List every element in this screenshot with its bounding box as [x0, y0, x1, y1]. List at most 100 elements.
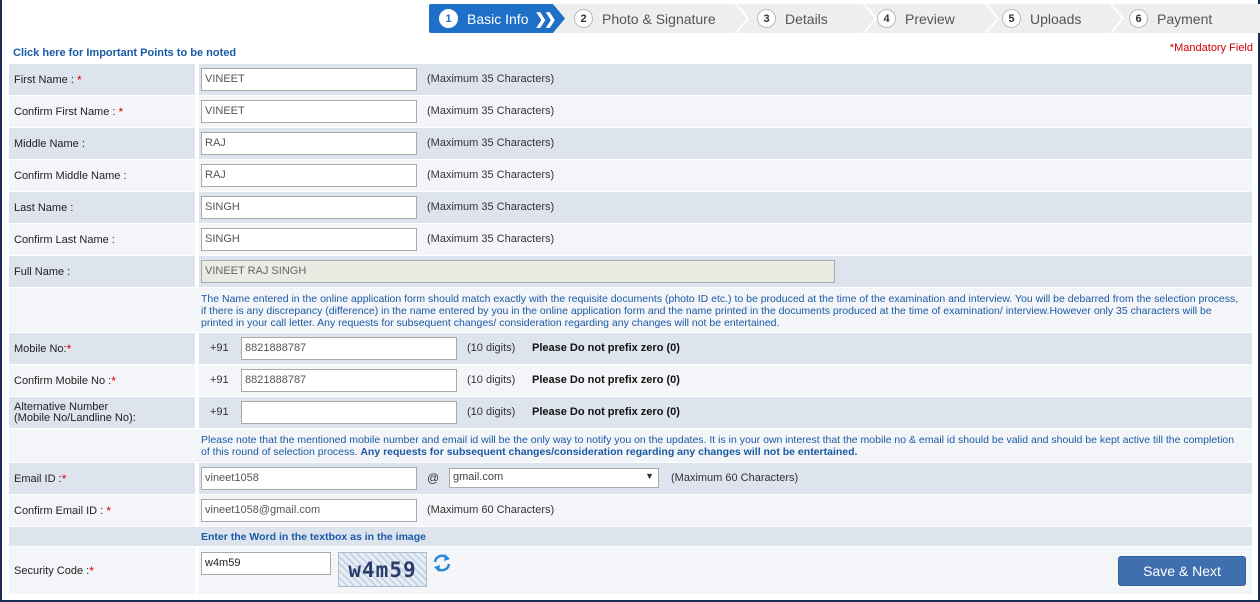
field-label: Last Name :	[14, 201, 74, 214]
captcha-instruction: Enter the Word in the textbox as in the …	[201, 531, 427, 543]
step-basic-info[interactable]: 1 Basic Info ❯❯	[429, 4, 565, 33]
confirm-first-name-input[interactable]: VINEET	[201, 100, 417, 123]
field-label: Full Name :	[14, 265, 71, 278]
email-input[interactable]: vineet1058	[201, 467, 417, 490]
required-marker: *	[76, 72, 82, 87]
captcha-image: w4m59	[338, 552, 427, 587]
field-label: Confirm Email ID : *	[14, 503, 111, 518]
row-alternative-number: Alternative Number (Mobile No/Landline N…	[9, 397, 1252, 428]
field-value-cell: +91 8821888787 (10 digits) Please Do not…	[195, 365, 1252, 396]
field-hint: (Maximum 35 Characters)	[427, 137, 555, 149]
step-separator-icon	[985, 4, 999, 33]
required-marker: *	[118, 104, 124, 119]
security-code-input[interactable]: w4m59	[201, 552, 331, 575]
field-label: Confirm Last Name :	[14, 233, 115, 246]
row-email: Email ID : * vineet1058 @ gmail.com ▼ (Ma…	[9, 463, 1252, 494]
required-marker: *	[66, 341, 72, 356]
row-last-name: Last Name : SINGH (Maximum 35 Characters…	[9, 192, 1252, 223]
field-label: First Name : *	[14, 72, 82, 87]
field-label: Confirm Middle Name :	[14, 169, 127, 182]
field-hint: (Maximum 60 Characters)	[427, 504, 555, 516]
zero-prefix-warning: Please Do not prefix zero (0)	[532, 406, 680, 418]
field-value-cell: RAJ (Maximum 35 Characters)	[195, 128, 1252, 159]
mobile-input[interactable]: 8821888787	[241, 337, 457, 360]
refresh-icon[interactable]	[432, 553, 452, 573]
confirm-last-name-input[interactable]: SINGH	[201, 228, 417, 251]
step-separator-icon	[735, 4, 749, 33]
field-label: Confirm Mobile No : *	[14, 373, 116, 388]
required-marker: *	[106, 503, 111, 518]
step-payment[interactable]: 6 Payment	[1129, 4, 1212, 33]
row-confirm-first-name: Confirm First Name : * VINEET (Maximum 3…	[9, 96, 1252, 127]
required-marker: *	[89, 563, 94, 578]
field-value-cell: VINEET (Maximum 35 Characters)	[195, 64, 1252, 95]
row-confirm-mobile: Confirm Mobile No : * +91 8821888787 (10 …	[9, 365, 1252, 396]
step-label: Uploads	[1030, 10, 1082, 27]
field-label: Email ID : *	[14, 471, 67, 486]
row-confirm-last-name: Confirm Last Name : SINGH (Maximum 35 Ch…	[9, 224, 1252, 255]
step-photo-signature[interactable]: 2 Photo & Signature	[574, 4, 716, 33]
field-value-cell: +91 8821888787 (10 digits) Please Do not…	[195, 333, 1252, 364]
field-hint: (Maximum 35 Characters)	[427, 169, 555, 181]
contact-note: Please note that the mentioned mobile nu…	[201, 434, 1235, 458]
country-code: +91	[210, 342, 229, 354]
confirm-mobile-input[interactable]: 8821888787	[241, 369, 457, 392]
last-name-input[interactable]: SINGH	[201, 196, 417, 219]
country-code: +91	[210, 406, 229, 418]
confirm-middle-name-input[interactable]: RAJ	[201, 164, 417, 187]
full-name-field: VINEET RAJ SINGH	[201, 260, 835, 283]
row-confirm-email: Confirm Email ID : * vineet1058@gmail.co…	[9, 495, 1252, 526]
row-full-name: Full Name : VINEET RAJ SINGH	[9, 256, 1252, 287]
required-marker: *	[61, 471, 67, 486]
field-value-cell: vineet1058@gmail.com (Maximum 60 Charact…	[195, 495, 1252, 526]
dropdown-arrow-icon: ▼	[645, 471, 654, 481]
field-hint: (10 digits)	[467, 406, 516, 418]
step-number: 3	[757, 9, 776, 28]
step-number: 4	[877, 9, 896, 28]
save-next-button[interactable]: Save & Next	[1118, 556, 1246, 586]
zero-prefix-warning: Please Do not prefix zero (0)	[532, 374, 680, 386]
step-uploads[interactable]: 5 Uploads	[1002, 4, 1081, 33]
field-label: Alternative Number (Mobile No/Landline N…	[14, 400, 136, 424]
row-mobile: Mobile No: * +91 8821888787 (10 digits) P…	[9, 333, 1252, 364]
field-label: Mobile No: *	[14, 341, 72, 356]
field-hint: (Maximum 35 Characters)	[427, 73, 555, 85]
field-value-cell: RAJ (Maximum 35 Characters)	[195, 160, 1252, 191]
field-value-cell: vineet1058 @ gmail.com ▼ (Maximum 60 Cha…	[195, 463, 1252, 494]
step-separator-icon	[863, 4, 877, 33]
step-preview[interactable]: 4 Preview	[877, 4, 955, 33]
field-value-cell: +91 (10 digits) Please Do not prefix zer…	[195, 397, 1252, 428]
step-number: 2	[574, 9, 593, 28]
first-name-input[interactable]: VINEET	[201, 68, 417, 91]
step-label: Payment	[1157, 10, 1213, 27]
field-hint: (Maximum 35 Characters)	[427, 105, 555, 117]
confirm-email-input[interactable]: vineet1058@gmail.com	[201, 499, 417, 522]
step-label: Details	[785, 10, 828, 27]
field-hint: (10 digits)	[467, 374, 516, 386]
step-number: 6	[1129, 9, 1148, 28]
required-marker: *	[111, 373, 116, 388]
field-hint: (Maximum 35 Characters)	[427, 233, 555, 245]
field-label: Middle Name :	[14, 137, 85, 150]
field-value-cell: VINEET (Maximum 35 Characters)	[195, 96, 1252, 127]
field-hint: (Maximum 60 Characters)	[671, 472, 799, 484]
important-points-link[interactable]: Click here for Important Points to be no…	[13, 47, 236, 59]
row-security-code: Security Code : * w4m59	[9, 547, 1252, 594]
field-label: Confirm First Name : *	[14, 104, 124, 119]
field-value-cell: SINGH (Maximum 35 Characters)	[195, 224, 1252, 255]
field-value-cell: SINGH (Maximum 35 Characters)	[195, 192, 1252, 223]
row-name-note: The Name entered in the online applicati…	[9, 288, 1252, 332]
email-domain-select[interactable]: gmail.com ▼	[449, 468, 659, 488]
mandatory-field-note: *Mandatory Field	[1169, 42, 1253, 54]
step-label: Photo & Signature	[602, 10, 716, 27]
alternative-number-input[interactable]	[241, 401, 457, 424]
selected-domain: gmail.com	[453, 471, 504, 483]
row-contact-note: Please note that the mentioned mobile nu…	[9, 429, 1252, 462]
country-code: +91	[210, 374, 229, 386]
step-label: Preview	[905, 10, 955, 27]
field-hint: (Maximum 35 Characters)	[427, 201, 555, 213]
middle-name-input[interactable]: RAJ	[201, 132, 417, 155]
double-chevron-icon: ❯❯	[534, 10, 556, 28]
step-number: 5	[1002, 9, 1021, 28]
step-details[interactable]: 3 Details	[757, 4, 828, 33]
